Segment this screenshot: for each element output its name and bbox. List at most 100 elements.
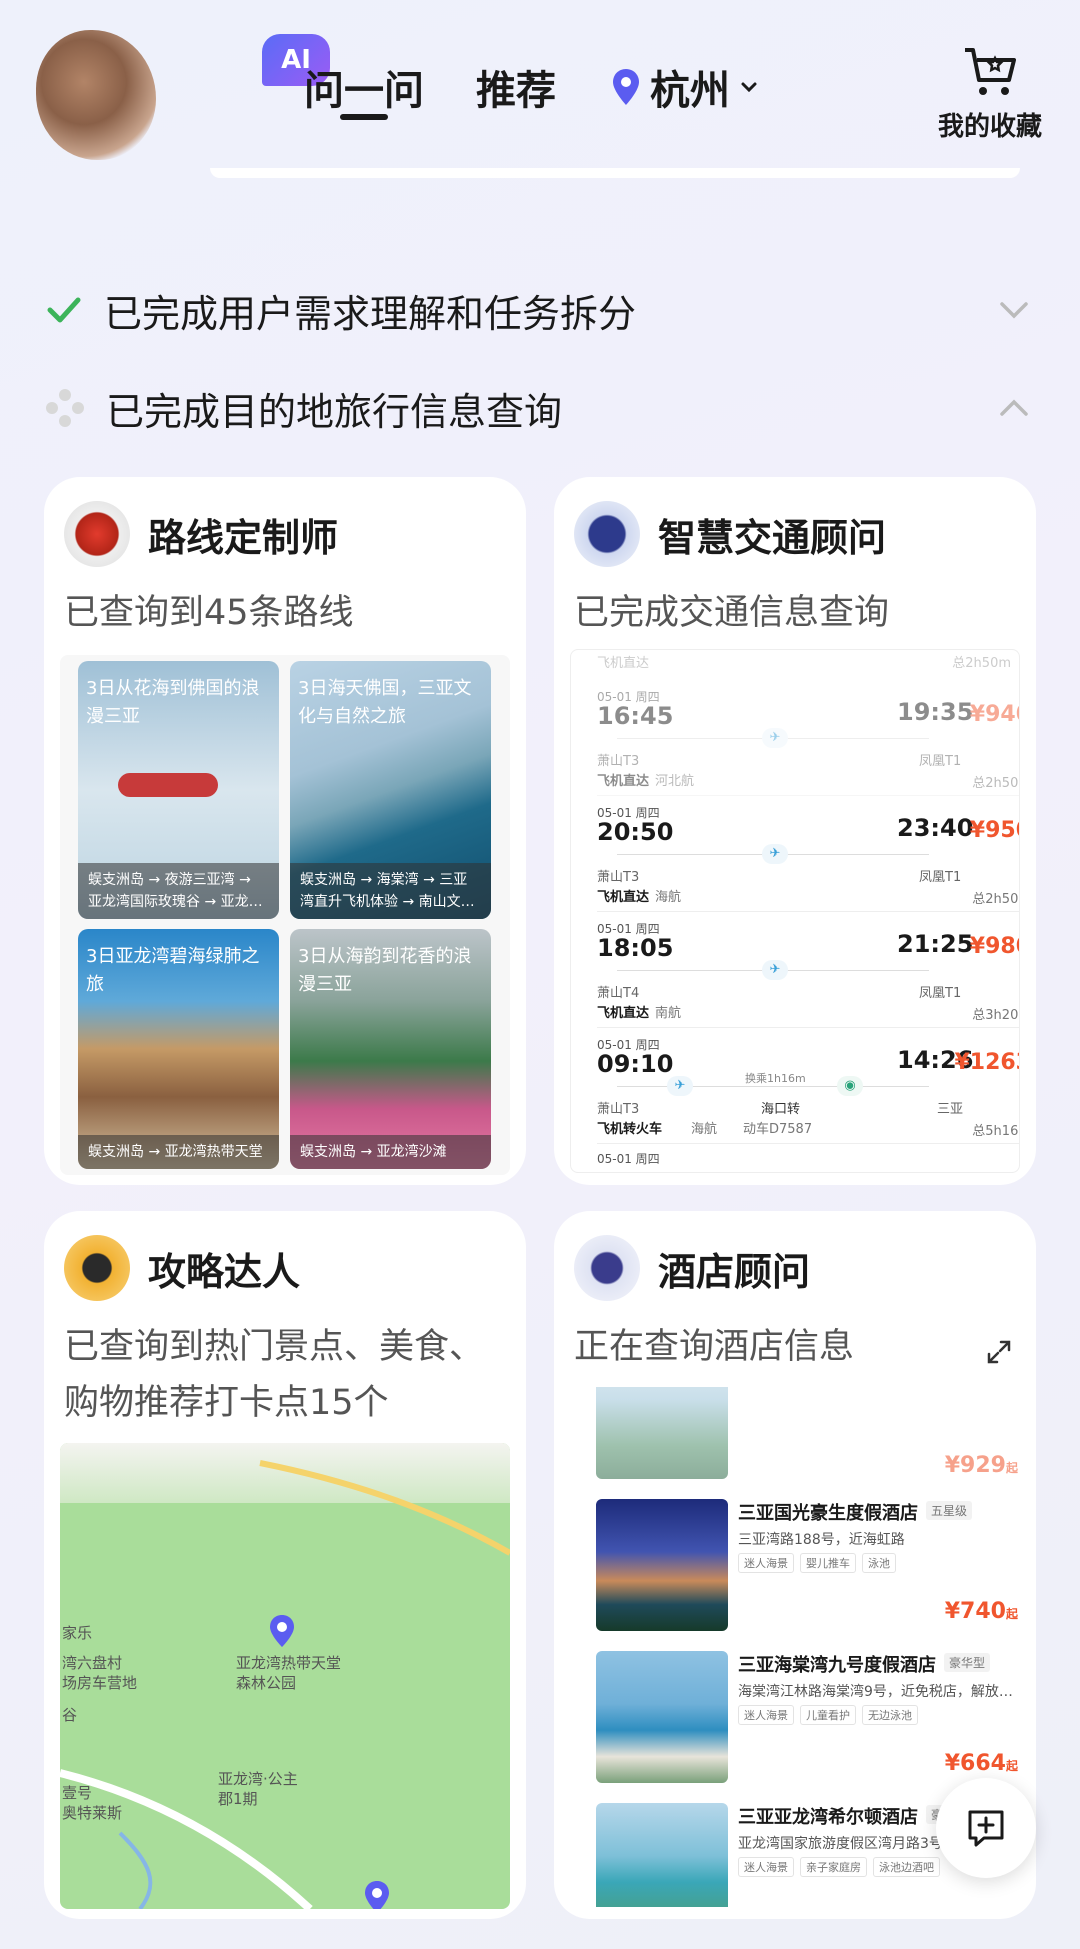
plane-icon: ✈ bbox=[762, 728, 788, 748]
map-label: 奥特莱斯 bbox=[62, 1804, 123, 1822]
guide-agent-icon bbox=[64, 1235, 130, 1301]
flight-type: 飞机直达 bbox=[597, 774, 650, 789]
airline: 海航 bbox=[691, 1122, 718, 1137]
route-card[interactable]: 3日从花海到佛国的浪漫三亚 蜈支洲岛 → 夜游三亚湾 → 亚龙湾国际玫瑰谷 → … bbox=[78, 661, 279, 919]
route-line bbox=[617, 1086, 929, 1087]
card-title: 酒店顾问 bbox=[658, 1249, 811, 1294]
route-stops: 蜈支洲岛 → 亚龙湾沙滩 bbox=[290, 1135, 491, 1169]
status-row-task-split[interactable]: 已完成用户需求理解和任务拆分 bbox=[44, 280, 1034, 340]
route-planner-card[interactable]: 路线定制师 已查询到45条路线 3日从花海到佛国的浪漫三亚 蜈支洲岛 → 夜游三… bbox=[44, 477, 526, 1185]
flight-row[interactable]: 05-01 周四 20:50 ✈ 23:40 ¥950 萧山T3 凤凰T1 飞机… bbox=[597, 800, 1019, 912]
tab-ask[interactable]: 问一问 bbox=[304, 58, 424, 116]
hotel-row[interactable]: 三亚海棠湾九号度假酒店 豪华型 海棠湾江林路海棠湾9号，近免税店，解放… 迷人海… bbox=[596, 1651, 1020, 1791]
departure-airport: 萧山T3 bbox=[597, 870, 640, 885]
route-agent-icon bbox=[64, 501, 130, 567]
departure-time: 18:05 bbox=[597, 934, 674, 962]
chevron-up-icon[interactable] bbox=[994, 388, 1034, 428]
airline: 南航 bbox=[655, 1006, 682, 1021]
train-icon: ◉ bbox=[837, 1076, 863, 1096]
arrival-time: 23:40 bbox=[897, 814, 974, 842]
transport-advisor-card[interactable]: 智慧交通顾问 已完成交通信息查询 飞机直达 总2h50m 05-01 周四 16… bbox=[554, 477, 1036, 1185]
flight-duration: 总3h20m bbox=[972, 1008, 1019, 1023]
hotel-name: 三亚海棠湾九号度假酒店 bbox=[738, 1655, 936, 1676]
hotel-row[interactable]: 三亚国光豪生度假酒店 五星级 三亚湾路188号，近海虹路 迷人海景 婴儿推车 泳池 … bbox=[596, 1499, 1020, 1639]
active-tab-indicator bbox=[340, 114, 388, 120]
cart-star-icon bbox=[965, 48, 1016, 95]
card-title: 攻略达人 bbox=[148, 1249, 301, 1294]
departure-time: 16:45 bbox=[597, 702, 674, 730]
arrival-time: 21:25 bbox=[897, 930, 974, 958]
map-label: 壹号 bbox=[62, 1784, 93, 1802]
route-card[interactable]: 3日亚龙湾碧海绿肺之旅 蜈支洲岛 → 亚龙湾热带天堂 bbox=[78, 929, 279, 1169]
favorites-button[interactable]: 我的收藏 bbox=[930, 44, 1050, 143]
route-title: 3日从花海到佛国的浪漫三亚 bbox=[86, 678, 260, 727]
map-pin-icon[interactable] bbox=[267, 1613, 297, 1649]
faded-header-duration: 总2h50m bbox=[952, 656, 1011, 671]
plane-icon: ✈ bbox=[667, 1076, 693, 1096]
hotel-star: 豪华型 bbox=[944, 1653, 991, 1672]
hotel-address: 海棠湾江林路海棠湾9号，近免税店，解放… bbox=[738, 1684, 1013, 1700]
route-title: 3日海天佛国，三亚文化与自然之旅 bbox=[298, 678, 472, 727]
route-stops: 蜈支洲岛 → 夜游三亚湾 → 亚龙湾国际玫瑰谷 → 亚龙… bbox=[78, 863, 279, 919]
card-subtitle: 已完成交通信息查询 bbox=[574, 593, 890, 633]
card-subtitle: 正在查询酒店信息 bbox=[574, 1327, 855, 1367]
map-label: 亚龙湾热带天堂森林公园 bbox=[236, 1654, 342, 1692]
route-stops: 蜈支洲岛 → 亚龙湾热带天堂 bbox=[78, 1135, 279, 1169]
hotel-name: 三亚国光豪生度假酒店 bbox=[738, 1503, 918, 1524]
hotel-price: ¥929起 bbox=[944, 1453, 1018, 1478]
route-stops: 蜈支洲岛 → 海棠湾 → 三亚湾直升飞机体验 → 南山文… bbox=[290, 863, 491, 919]
city-selector[interactable]: 杭州 bbox=[610, 58, 760, 116]
hotel-tags: 迷人海景 儿童看护 无边泳池 bbox=[738, 1705, 918, 1725]
status-row-destination-query[interactable]: 已完成目的地旅行信息查询 bbox=[44, 378, 1034, 438]
transport-agent-icon bbox=[574, 501, 640, 567]
card-title: 智慧交通顾问 bbox=[658, 515, 887, 560]
flight-row[interactable]: 05-01 周四 18:05 ✈ 21:25 ¥980 萧山T4 凤凰T1 飞机… bbox=[597, 916, 1019, 1028]
airline: 河北航 bbox=[655, 774, 695, 789]
new-chat-button[interactable] bbox=[936, 1778, 1036, 1878]
departure-airport: 萧山T3 bbox=[597, 1102, 640, 1117]
hotel-image bbox=[596, 1499, 728, 1631]
status-label: 已完成用户需求理解和任务拆分 bbox=[104, 291, 637, 336]
arrival-time: 19:35 bbox=[897, 698, 974, 726]
expand-icon[interactable] bbox=[986, 1339, 1012, 1365]
favorites-label: 我的收藏 bbox=[937, 112, 1042, 142]
guide-expert-card[interactable]: 攻略达人 已查询到热门景点、美食、购物推荐打卡点15个 家乐 湾六盘村 场房车营… bbox=[44, 1211, 526, 1919]
route-title: 3日从海韵到花香的浪漫三亚 bbox=[298, 946, 472, 995]
flight-type: 飞机直达 bbox=[597, 890, 650, 905]
flight-price: ¥1263 bbox=[954, 1050, 1019, 1075]
map-label: 湾六盘村 bbox=[62, 1654, 123, 1672]
map-label: 谷 bbox=[62, 1706, 78, 1724]
user-avatar[interactable] bbox=[36, 30, 156, 160]
transfer-city: 海口转 bbox=[761, 1102, 801, 1117]
flight-price: ¥940 bbox=[969, 702, 1019, 727]
chat-add-icon bbox=[968, 1810, 1004, 1847]
arrival-airport: 凤凰T1 bbox=[919, 754, 962, 769]
hotel-image bbox=[596, 1651, 728, 1783]
hotel-row[interactable]: ¥929起 bbox=[596, 1387, 1020, 1487]
hotel-address: 亚龙湾国家旅游度假区湾月路3号 bbox=[738, 1836, 943, 1852]
flight-price: ¥950 bbox=[969, 818, 1019, 843]
flight-type: 飞机直达 bbox=[597, 1006, 650, 1021]
route-card[interactable]: 3日海天佛国，三亚文化与自然之旅 蜈支洲岛 → 海棠湾 → 三亚湾直升飞机体验 … bbox=[290, 661, 491, 919]
map-label: 亚龙湾·公主郡1期 bbox=[218, 1770, 298, 1808]
hotel-price: ¥740起 bbox=[944, 1599, 1018, 1624]
map-view[interactable]: 家乐 湾六盘村 场房车营地 谷 亚龙湾热带天堂森林公园 亚龙湾·公主郡1期 壹号… bbox=[60, 1443, 510, 1909]
departure-airport: 萧山T4 bbox=[597, 986, 640, 1001]
transfer-row[interactable]: 05-01 周四 09:10 ✈ 换乘1h16m ◉ 14:26 ¥1263 萧… bbox=[597, 1032, 1019, 1144]
chevron-down-icon[interactable] bbox=[994, 290, 1034, 330]
arrival-station: 三亚 bbox=[937, 1102, 964, 1117]
status-label: 已完成目的地旅行信息查询 bbox=[106, 389, 563, 434]
flight-row[interactable]: 05-01 周四 16:45 ✈ 19:35 ¥940 萧山T3 凤凰T1 飞机… bbox=[597, 684, 1019, 796]
check-icon bbox=[47, 297, 81, 323]
faded-header: 飞机直达 bbox=[597, 656, 650, 671]
yoga-figure bbox=[118, 773, 218, 797]
arrival-airport: 凤凰T1 bbox=[919, 986, 962, 1001]
loading-spinner-icon bbox=[46, 389, 84, 427]
plane-icon: ✈ bbox=[762, 960, 788, 980]
tab-recommend[interactable]: 推荐 bbox=[476, 58, 556, 116]
map-label: 场房车营地 bbox=[62, 1674, 138, 1692]
route-title: 3日亚龙湾碧海绿肺之旅 bbox=[86, 946, 260, 995]
transport-type: 飞机转火车 bbox=[597, 1122, 663, 1137]
map-pin-icon[interactable] bbox=[362, 1879, 392, 1909]
route-card[interactable]: 3日从海韵到花香的浪漫三亚 蜈支洲岛 → 亚龙湾沙滩 bbox=[290, 929, 491, 1169]
